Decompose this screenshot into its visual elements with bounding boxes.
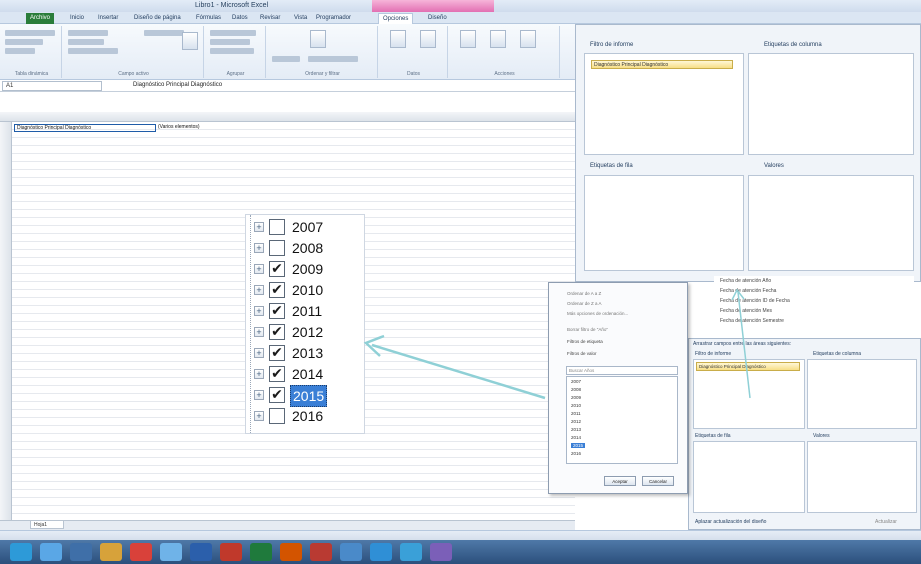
app-icon[interactable] [160,543,182,561]
pdf-icon[interactable] [220,543,242,561]
word-icon[interactable] [190,543,212,561]
start-icon[interactable] [10,543,32,561]
powerpoint-icon[interactable] [280,543,302,561]
explorer-icon[interactable] [70,543,92,561]
excel-icon[interactable] [250,543,272,561]
access-icon[interactable] [310,543,332,561]
chrome-icon[interactable] [130,543,152,561]
browser-icon[interactable] [40,543,62,561]
taskbar [0,540,921,564]
callout-arrows [363,288,751,400]
app-icon[interactable] [340,543,362,561]
folder-icon[interactable] [100,543,122,561]
app-icon[interactable] [400,543,422,561]
app-icon[interactable] [430,543,452,561]
app-icon[interactable] [370,543,392,561]
